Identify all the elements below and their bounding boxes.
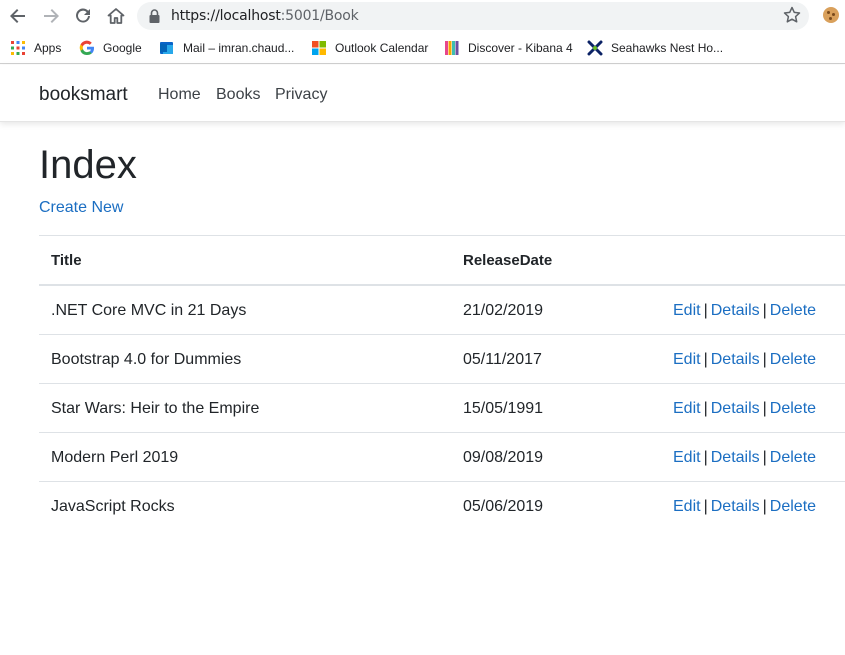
edit-link[interactable]: Edit — [673, 449, 701, 466]
table-row: JavaScript Rocks 05/06/2019 Edit | Details… — [39, 482, 845, 531]
column-header-title: Title — [51, 252, 82, 269]
apps-grid-icon — [10, 40, 26, 56]
bookmark-seahawks[interactable]: Seahawks Nest Ho... — [587, 39, 723, 57]
create-new-link[interactable]: Create New — [39, 199, 123, 217]
book-release-date: 09/08/2019 — [463, 449, 544, 466]
book-title: Star Wars: Heir to the Empire — [51, 400, 260, 417]
bookmark-label: Mail – imran.chaud... — [183, 41, 295, 55]
edit-link[interactable]: Edit — [673, 351, 701, 368]
action-separator: | — [703, 400, 708, 417]
details-link[interactable]: Details — [711, 351, 760, 368]
edit-link[interactable]: Edit — [673, 302, 701, 319]
edit-link[interactable]: Edit — [673, 498, 701, 515]
action-separator: | — [762, 400, 767, 417]
row-actions: Edit | Details | Delete — [673, 498, 816, 516]
url-path: :5001/Book — [280, 8, 359, 24]
delete-link[interactable]: Delete — [770, 302, 816, 319]
nav-link-privacy[interactable]: Privacy — [275, 86, 327, 104]
url-host: https://localhost — [171, 8, 281, 24]
book-title: Bootstrap 4.0 for Dummies — [51, 351, 242, 368]
action-separator: | — [703, 498, 708, 515]
action-separator: | — [762, 498, 767, 515]
reload-icon — [76, 8, 90, 23]
mail-icon — [159, 40, 175, 56]
action-separator: | — [703, 302, 708, 319]
action-separator: | — [703, 449, 708, 466]
action-separator: | — [762, 351, 767, 368]
table-row: Bootstrap 4.0 for Dummies 05/11/2017 Edi… — [39, 335, 845, 384]
browser-toolbar: https://localhost:5001/Book — [0, 0, 845, 32]
details-link[interactable]: Details — [711, 449, 760, 466]
page-title: Index — [39, 143, 137, 187]
book-release-date: 05/06/2019 — [463, 498, 544, 515]
bookmark-label: Google — [103, 41, 142, 55]
edit-link[interactable]: Edit — [673, 400, 701, 417]
home-icon — [107, 8, 125, 24]
table-row: Star Wars: Heir to the Empire 15/05/1991… — [39, 384, 845, 433]
back-arrow-icon — [10, 9, 25, 23]
nav-link-books[interactable]: Books — [216, 86, 260, 104]
bookmark-google[interactable]: Google — [79, 39, 142, 57]
cookie-extension-icon[interactable] — [823, 7, 839, 23]
row-actions: Edit | Details | Delete — [673, 400, 816, 418]
details-link[interactable]: Details — [711, 302, 760, 319]
bookmark-label: Discover - Kibana 4 — [468, 41, 573, 55]
forward-button[interactable] — [39, 4, 63, 28]
book-release-date: 21/02/2019 — [463, 302, 544, 319]
kibana-icon — [444, 40, 460, 56]
details-link[interactable]: Details — [711, 400, 760, 417]
book-title: JavaScript Rocks — [51, 498, 175, 515]
site-navbar: booksmart Home Books Privacy — [0, 65, 845, 122]
bookmarks-bar: Apps Google Mail – imran.chaud... Outloo… — [0, 32, 845, 64]
column-header-release-date: ReleaseDate — [463, 252, 553, 269]
bookmark-kibana[interactable]: Discover - Kibana 4 — [444, 39, 573, 57]
bookmark-apps[interactable]: Apps — [10, 39, 61, 57]
forward-arrow-icon — [44, 9, 59, 23]
action-separator: | — [762, 302, 767, 319]
delete-link[interactable]: Delete — [770, 351, 816, 368]
back-button[interactable] — [6, 4, 30, 28]
details-link[interactable]: Details — [711, 498, 760, 515]
action-separator: | — [762, 449, 767, 466]
bookmark-mail[interactable]: Mail – imran.chaud... — [159, 39, 294, 57]
bookmark-label: Apps — [34, 41, 62, 55]
delete-link[interactable]: Delete — [770, 449, 816, 466]
address-bar[interactable]: https://localhost:5001/Book — [137, 2, 809, 30]
row-actions: Edit | Details | Delete — [673, 449, 816, 467]
row-actions: Edit | Details | Delete — [673, 302, 816, 320]
book-release-date: 05/11/2017 — [463, 351, 542, 368]
nav-link-home[interactable]: Home — [158, 86, 201, 104]
url-text: https://localhost:5001/Book — [171, 8, 359, 24]
book-title: .NET Core MVC in 21 Days — [51, 302, 247, 319]
home-button[interactable] — [104, 4, 128, 28]
table-top-border — [39, 235, 845, 236]
bookmark-outlook-calendar[interactable]: Outlook Calendar — [311, 39, 428, 57]
delete-link[interactable]: Delete — [770, 400, 816, 417]
bookmark-label: Seahawks Nest Ho... — [611, 41, 724, 55]
bookmark-star-icon[interactable] — [782, 5, 802, 25]
row-actions: Edit | Details | Delete — [673, 351, 816, 369]
lock-icon — [149, 9, 160, 23]
brand-link[interactable]: booksmart — [39, 84, 128, 106]
delete-link[interactable]: Delete — [770, 498, 816, 515]
reload-button[interactable] — [71, 4, 95, 28]
google-icon — [79, 40, 95, 56]
outlook-calendar-icon — [311, 40, 327, 56]
seahawks-icon — [587, 40, 603, 56]
table-row: .NET Core MVC in 21 Days 21/02/2019 Edit… — [39, 286, 845, 335]
book-title: Modern Perl 2019 — [51, 449, 179, 466]
book-release-date: 15/05/1991 — [463, 400, 544, 417]
action-separator: | — [703, 351, 708, 368]
bookmark-label: Outlook Calendar — [335, 41, 429, 55]
table-row: Modern Perl 2019 09/08/2019 Edit | Details… — [39, 433, 845, 482]
